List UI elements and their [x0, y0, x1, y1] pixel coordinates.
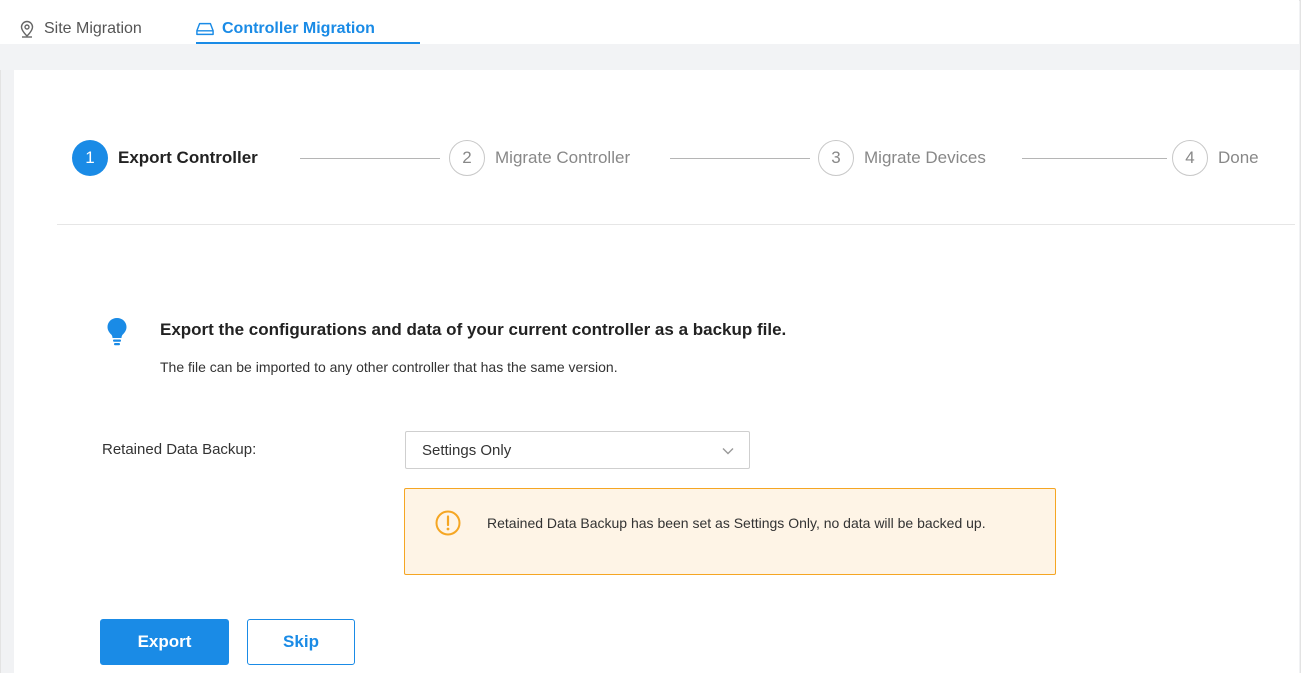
step-number: 2 — [449, 140, 485, 176]
tab-bar — [0, 0, 1299, 70]
warning-text: Retained Data Backup has been set as Set… — [487, 515, 986, 531]
info-title: Export the configurations and data of yo… — [160, 320, 787, 339]
step-label: Migrate Controller — [495, 148, 631, 167]
step-label: Migrate Devices — [864, 148, 986, 167]
retained-data-backup-select[interactable]: Settings Only — [405, 431, 750, 469]
info-subtitle: The file can be imported to any other co… — [160, 359, 618, 375]
tab-bar-background — [0, 44, 1299, 70]
step-number: 1 — [72, 140, 108, 176]
skip-button[interactable]: Skip — [247, 619, 355, 665]
step-number: 3 — [818, 140, 854, 176]
lightbulb-icon — [106, 317, 128, 347]
step-connector — [300, 158, 440, 159]
warning-banner: Retained Data Backup has been set as Set… — [404, 488, 1056, 575]
controller-icon — [196, 20, 214, 38]
step-number: 4 — [1172, 140, 1208, 176]
chevron-down-icon — [721, 444, 735, 458]
step-label: Export Controller — [118, 148, 258, 167]
active-tab-indicator — [196, 42, 420, 44]
tab-controller-migration[interactable]: Controller Migration — [196, 14, 375, 44]
tab-label: Site Migration — [44, 20, 142, 37]
step-connector — [670, 158, 810, 159]
retained-data-backup-label: Retained Data Backup: — [102, 441, 257, 458]
migration-stepper: 1 Export Controller 2 Migrate Controller… — [72, 139, 1282, 177]
step-label: Done — [1218, 148, 1259, 167]
tab-label: Controller Migration — [222, 20, 375, 37]
step-migrate-controller: 2 Migrate Controller — [449, 139, 630, 177]
step-export-controller: 1 Export Controller — [72, 139, 258, 177]
tab-site-migration[interactable]: Site Migration — [18, 14, 142, 44]
export-button[interactable]: Export — [100, 619, 229, 665]
exclamation-circle-icon — [435, 510, 461, 536]
select-value: Settings Only — [422, 441, 512, 459]
step-connector — [1022, 158, 1167, 159]
section-divider — [57, 224, 1295, 225]
location-pin-icon — [18, 20, 36, 38]
step-done: 4 Done — [1172, 139, 1259, 177]
step-migrate-devices: 3 Migrate Devices — [818, 139, 986, 177]
